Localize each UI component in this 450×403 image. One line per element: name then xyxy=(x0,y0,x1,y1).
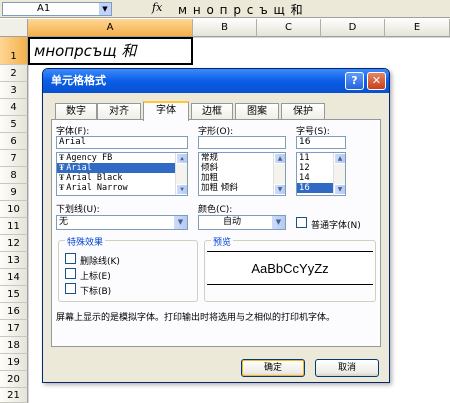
row-header-20[interactable]: 20 xyxy=(0,371,28,388)
preview-sample: AaBbCcYyZz xyxy=(207,251,373,285)
font-list[interactable]: Ŧ Agency FB Ŧ Arial Ŧ Arial Black Ŧ Arial Na… xyxy=(56,152,188,196)
formula-content[interactable]: м н о п р с ъ щ 和 xyxy=(178,1,304,18)
list-item[interactable]: Ŧ Arial Narrow xyxy=(57,183,187,193)
font-tab-panel: 字体(F): Arial Ŧ Agency FB Ŧ Arial Ŧ Arial Bl… xyxy=(51,119,381,347)
scroll-down-icon[interactable]: ▼ xyxy=(176,184,187,195)
select-all-corner[interactable] xyxy=(0,19,28,37)
tab-patterns[interactable]: 图案 xyxy=(235,103,279,120)
dialog-title: 单元格格式 xyxy=(51,74,106,87)
truetype-icon: Ŧ xyxy=(59,153,65,162)
cancel-button[interactable]: 取消 xyxy=(315,359,379,377)
scroll-up-icon[interactable]: ▲ xyxy=(334,153,345,164)
row-header-6[interactable]: 6 xyxy=(0,133,28,150)
font-list-scrollbar[interactable]: ▲ ▼ xyxy=(175,153,187,195)
name-box[interactable]: A1 ▼ xyxy=(2,2,112,16)
name-box-value: A1 xyxy=(37,3,51,14)
help-button[interactable]: ? xyxy=(345,72,364,90)
row-header-12[interactable]: 12 xyxy=(0,235,28,252)
font-note: 屏幕上显示的是模拟字体。打印输出时将选用与之相似的打印机字体。 xyxy=(56,313,336,323)
tab-protection[interactable]: 保护 xyxy=(281,103,325,120)
row-header-4[interactable]: 4 xyxy=(0,99,28,116)
row-header-5[interactable]: 5 xyxy=(0,116,28,133)
strikethrough-checkbox[interactable] xyxy=(65,253,76,264)
style-input[interactable] xyxy=(198,136,286,149)
list-item[interactable]: Ŧ Agency FB xyxy=(57,153,187,163)
row-header-2[interactable]: 2 xyxy=(0,65,28,82)
superscript-label: 上标(E) xyxy=(80,272,111,282)
fx-icon[interactable]: fx xyxy=(152,1,162,14)
style-list[interactable]: 常规 倾斜 加粗 加粗 倾斜 ▲ ▼ xyxy=(198,152,286,196)
superscript-checkbox[interactable] xyxy=(65,268,76,279)
color-label: 颜色(C): xyxy=(198,205,233,215)
chevron-down-icon[interactable]: ▼ xyxy=(173,216,187,229)
row-header-15[interactable]: 15 xyxy=(0,286,28,303)
font-input[interactable]: Arial xyxy=(56,136,188,149)
dialog-titlebar[interactable]: 单元格格式 ? ✕ xyxy=(43,69,389,93)
row-header-17[interactable]: 17 xyxy=(0,320,28,337)
column-header-c[interactable]: C xyxy=(257,19,321,37)
tab-number[interactable]: 数字 xyxy=(55,103,97,120)
preview-group: 预览 AaBbCcYyZz xyxy=(204,235,376,302)
strikethrough-label: 删除线(K) xyxy=(80,257,120,267)
column-header-d[interactable]: D xyxy=(321,19,385,37)
row-header-7[interactable]: 7 xyxy=(0,150,28,167)
formula-bar: A1 ▼ fx м н о п р с ъ щ 和 xyxy=(0,0,450,18)
chevron-down-icon[interactable]: ▼ xyxy=(271,216,285,229)
column-header-a[interactable]: A xyxy=(28,19,193,37)
truetype-icon: Ŧ xyxy=(59,163,65,172)
underline-select[interactable]: 无 ▼ xyxy=(56,215,188,230)
row-header-18[interactable]: 18 xyxy=(0,337,28,354)
truetype-icon: Ŧ xyxy=(59,173,65,182)
row-header-9[interactable]: 9 xyxy=(0,184,28,201)
list-item[interactable]: Ŧ Arial Black xyxy=(57,173,187,183)
color-select[interactable]: 自动 ▼ xyxy=(198,215,286,230)
row-header-3[interactable]: 3 xyxy=(0,82,28,99)
tab-border[interactable]: 边框 xyxy=(191,103,233,120)
color-value: 自动 xyxy=(223,217,242,227)
style-list-scrollbar[interactable]: ▲ ▼ xyxy=(273,153,285,195)
scroll-down-icon[interactable]: ▼ xyxy=(274,184,285,195)
subscript-label: 下标(B) xyxy=(80,287,112,297)
scroll-down-icon[interactable]: ▼ xyxy=(334,184,345,195)
row-header-11[interactable]: 11 xyxy=(0,218,28,235)
effects-group: 特殊效果 删除线(K) 上标(E) 下标(B) xyxy=(58,235,198,302)
column-header-b[interactable]: B xyxy=(193,19,257,37)
underline-label: 下划线(U): xyxy=(56,205,100,215)
list-item[interactable]: Ŧ Arial xyxy=(57,163,187,173)
normal-font-checkbox[interactable] xyxy=(296,217,307,228)
scroll-up-icon[interactable]: ▲ xyxy=(274,153,285,164)
size-list[interactable]: 11 12 14 16 ▲ ▼ xyxy=(296,152,346,196)
ok-button[interactable]: 确定 xyxy=(241,359,305,377)
format-cells-dialog: 单元格格式 ? ✕ 数字 对齐 字体 边框 图案 保护 字体(F): Arial… xyxy=(42,68,390,383)
row-header-21[interactable]: 21 xyxy=(0,388,28,403)
preview-title: 预览 xyxy=(211,235,234,248)
size-list-scrollbar[interactable]: ▲ ▼ xyxy=(333,153,345,195)
tab-font[interactable]: 字体 xyxy=(143,101,189,121)
effects-title: 特殊效果 xyxy=(65,235,106,248)
row-header-8[interactable]: 8 xyxy=(0,167,28,184)
row-header-19[interactable]: 19 xyxy=(0,354,28,371)
underline-value: 无 xyxy=(59,217,69,227)
column-header-e[interactable]: E xyxy=(385,19,450,37)
tab-alignment[interactable]: 对齐 xyxy=(97,103,141,120)
close-button[interactable]: ✕ xyxy=(367,72,386,90)
row-header-14[interactable]: 14 xyxy=(0,269,28,286)
scroll-up-icon[interactable]: ▲ xyxy=(176,153,187,164)
size-input[interactable]: 16 xyxy=(296,136,346,149)
row-header-16[interactable]: 16 xyxy=(0,303,28,320)
normal-font-label: 普通字体(N) xyxy=(311,221,361,231)
row-header-1[interactable]: 1 xyxy=(0,37,28,65)
row-header-13[interactable]: 13 xyxy=(0,252,28,269)
row-header-10[interactable]: 10 xyxy=(0,201,28,218)
column-headers: A B C D E xyxy=(0,19,450,37)
chevron-down-icon[interactable]: ▼ xyxy=(99,3,111,15)
active-cell-a1[interactable]: мнопрсъщ 和 xyxy=(28,37,193,65)
subscript-checkbox[interactable] xyxy=(65,283,76,294)
truetype-icon: Ŧ xyxy=(59,183,65,192)
